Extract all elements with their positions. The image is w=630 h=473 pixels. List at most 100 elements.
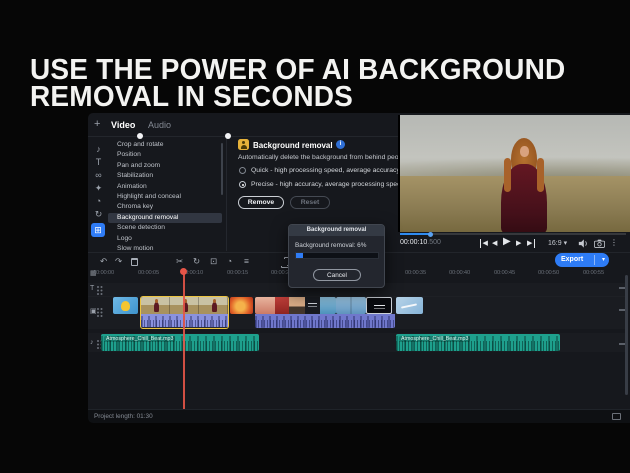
cancel-button[interactable]: Cancel	[313, 269, 361, 281]
video-clip-selected[interactable]	[140, 296, 229, 329]
sidebar-item-animation[interactable]: Animation	[108, 182, 222, 192]
hero-heading: USE THE POWER OF AI BACKGROUND REMOVAL I…	[30, 56, 565, 110]
audio-clip-2-label: Atmosphere_Chill_Beat.mp3	[399, 336, 470, 342]
dialog-progress-fill	[296, 253, 303, 258]
frame-forward-icon[interactable]: ▶	[516, 239, 521, 248]
clip-properties-icon[interactable]: ≡	[244, 256, 249, 266]
ruler-tick[interactable]: 00:00:45	[494, 270, 515, 276]
ruler-tick[interactable]: 00:00:35	[405, 270, 426, 276]
preview-seekbar-handle[interactable]	[428, 232, 433, 237]
ruler-tick[interactable]: 00:00:50	[538, 270, 559, 276]
radio-quick-label: Quick - high processing speed, average a…	[251, 167, 400, 174]
clip-speed-icon[interactable]: ◔	[227, 256, 232, 266]
sidebar-item-background-removal[interactable]: Background removal	[108, 213, 222, 223]
status-bar: Project length: 01:30	[88, 409, 630, 423]
timeline-vertical-scrollbar[interactable]	[625, 275, 628, 395]
video-clip-fire[interactable]	[230, 297, 253, 314]
effects-rail-icon[interactable]: ✦	[92, 183, 105, 194]
undo-icon[interactable]: ↶	[100, 256, 107, 267]
audio-track-drag-handle[interactable]	[97, 340, 99, 342]
redo-icon[interactable]: ↷	[115, 256, 122, 267]
ruler-tick[interactable]: 00:00:40	[449, 270, 470, 276]
title-track-drag-handle[interactable]	[97, 286, 99, 288]
crop-icon[interactable]: ⊡	[210, 256, 217, 267]
dialog-progress-bar	[295, 252, 379, 259]
preview-timecode: 00:00:10.500	[400, 239, 441, 246]
ruler-tick[interactable]: 00:00:15	[227, 270, 248, 276]
sidebar-item-pan-and-zoom[interactable]: Pan and zoom	[108, 161, 222, 171]
delete-icon[interactable]	[131, 258, 138, 266]
volume-icon[interactable]	[578, 239, 588, 248]
montage-audio-strip	[255, 314, 395, 328]
top-tab-bar: + Video Audio	[88, 113, 398, 137]
tab-audio[interactable]: Audio	[148, 120, 171, 130]
sidebar-scrollbar[interactable]	[221, 143, 223, 195]
selected-clip-audio-strip	[141, 314, 228, 327]
more-tools-rail-icon[interactable]: ↻	[92, 209, 105, 220]
video-track-drag-handle[interactable]	[97, 308, 99, 310]
preview-person	[501, 138, 547, 232]
titles-rail-icon[interactable]: T	[92, 157, 105, 167]
sidebar-item-logo[interactable]: Logo	[108, 234, 222, 244]
transitions-rail-icon[interactable]: ∞	[92, 170, 105, 180]
audio-clip-1[interactable]: Atmosphere_Chill_Beat.mp3	[101, 334, 259, 351]
video-clip-montage[interactable]	[255, 297, 336, 314]
filters-rail-icon[interactable]: ◔	[92, 196, 105, 206]
split-scissors-icon[interactable]: ✂	[176, 256, 183, 267]
app-window: + Video Audio ♪ T ∞ ✦ ◔ ↻ ⊞ Crop and rot…	[88, 113, 630, 422]
info-icon[interactable]: i	[336, 140, 345, 149]
timecode-fraction: .500	[427, 239, 441, 246]
sidebar-item-scene-detection[interactable]: Scene detection	[108, 223, 222, 233]
ruler-tick[interactable]: 00:00:55	[583, 270, 604, 276]
background-removal-dialog: Background removal Background removal: 6…	[288, 224, 385, 288]
radio-quick[interactable]	[239, 167, 246, 174]
sidebar-item-position[interactable]: Position	[108, 150, 222, 160]
export-button[interactable]: Export ▾	[555, 253, 609, 267]
montage-thumb-dark	[305, 297, 320, 314]
playhead-handle[interactable]	[180, 268, 187, 275]
next-clip-icon[interactable]: ▶	[527, 239, 535, 248]
remove-button[interactable]: Remove	[238, 196, 284, 209]
sidebar-item-crop-and-rotate[interactable]: Crop and rotate	[108, 140, 222, 150]
import-media-icon[interactable]: +	[94, 118, 100, 130]
background-removal-icon	[238, 139, 249, 150]
edit-tools-rail-icon-selected[interactable]: ⊞	[91, 223, 105, 237]
video-clip-sky[interactable]	[336, 297, 366, 314]
snapshot-camera-icon[interactable]	[594, 239, 605, 248]
sidebar-item-chroma-key[interactable]: Chroma key	[108, 202, 222, 212]
montage-thumb-portrait	[289, 297, 305, 314]
export-label: Export	[561, 256, 583, 263]
ruler-tick[interactable]: 00:00:00	[93, 270, 114, 276]
previous-clip-icon[interactable]: ◀	[480, 239, 488, 248]
play-icon[interactable]: ▶	[503, 237, 511, 246]
sidebar-item-highlight-and-conceal[interactable]: Highlight and conceal	[108, 192, 222, 202]
timeline-zoom-icon[interactable]	[612, 413, 621, 420]
video-clip-dark-title[interactable]	[366, 297, 392, 314]
video-clip-airplane[interactable]	[396, 297, 423, 314]
audio-rail-icon[interactable]: ♪	[92, 144, 105, 154]
reset-button[interactable]: Reset	[290, 196, 330, 209]
selected-clip-left-trim-handle[interactable]	[137, 133, 143, 139]
audio-clip-1-label: Atmosphere_Chill_Beat.mp3	[104, 336, 175, 342]
export-caret-icon[interactable]: ▾	[602, 256, 605, 263]
playhead-line[interactable]	[183, 271, 185, 409]
rotate-icon[interactable]: ↻	[193, 256, 200, 267]
panel-divider	[226, 139, 227, 251]
preview-seekbar[interactable]	[400, 233, 626, 235]
page-background: USE THE POWER OF AI BACKGROUND REMOVAL I…	[0, 0, 630, 473]
montage-thumb-red	[275, 297, 289, 314]
export-split-divider	[594, 255, 595, 265]
video-clip-cartoon[interactable]	[113, 297, 138, 314]
sidebar-item-stabilization[interactable]: Stabilization	[108, 171, 222, 181]
tab-video[interactable]: Video	[111, 120, 135, 130]
frame-back-icon[interactable]: ◀	[492, 239, 497, 248]
ruler-tick[interactable]: 00:00:05	[138, 270, 159, 276]
selected-clip-right-trim-handle[interactable]	[225, 133, 231, 139]
montage-thumb-beach	[255, 297, 275, 314]
audio-clip-2[interactable]: Atmosphere_Chill_Beat.mp3	[396, 334, 560, 351]
dialog-status-text: Background removal: 6%	[295, 242, 366, 249]
hero-title-line2: REMOVAL IN SECONDS	[30, 83, 565, 110]
radio-precise[interactable]	[239, 181, 246, 188]
aspect-ratio-dropdown[interactable]: 16:9 ▾	[548, 239, 567, 247]
preview-menu-icon[interactable]: ⋮	[610, 238, 618, 247]
